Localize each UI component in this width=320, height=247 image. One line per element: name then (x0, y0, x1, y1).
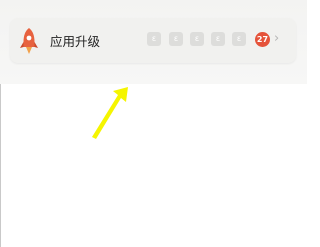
app-icon-2-glyph: ε (173, 34, 179, 43)
app-icon-5: ε (232, 32, 246, 46)
yellow-arrow-icon (92, 87, 128, 139)
app-icon-4-glyph: ε (215, 34, 221, 43)
app-icon-2: ε (169, 32, 183, 46)
update-count-badge: 27 (255, 32, 270, 47)
rocket-icon (20, 28, 38, 54)
app-icon-4: ε (211, 32, 225, 46)
app-icon-3: ε (190, 32, 204, 46)
app-icon-3-glyph: ε (194, 34, 200, 43)
chevron-right-icon[interactable]: › (274, 32, 279, 46)
app-icon-5-glyph: ε (236, 34, 242, 43)
app-icon-1-glyph: ε (151, 34, 157, 43)
app-upgrade-title: 应用升级 (50, 34, 101, 49)
app-icon-1: ε (147, 32, 161, 46)
